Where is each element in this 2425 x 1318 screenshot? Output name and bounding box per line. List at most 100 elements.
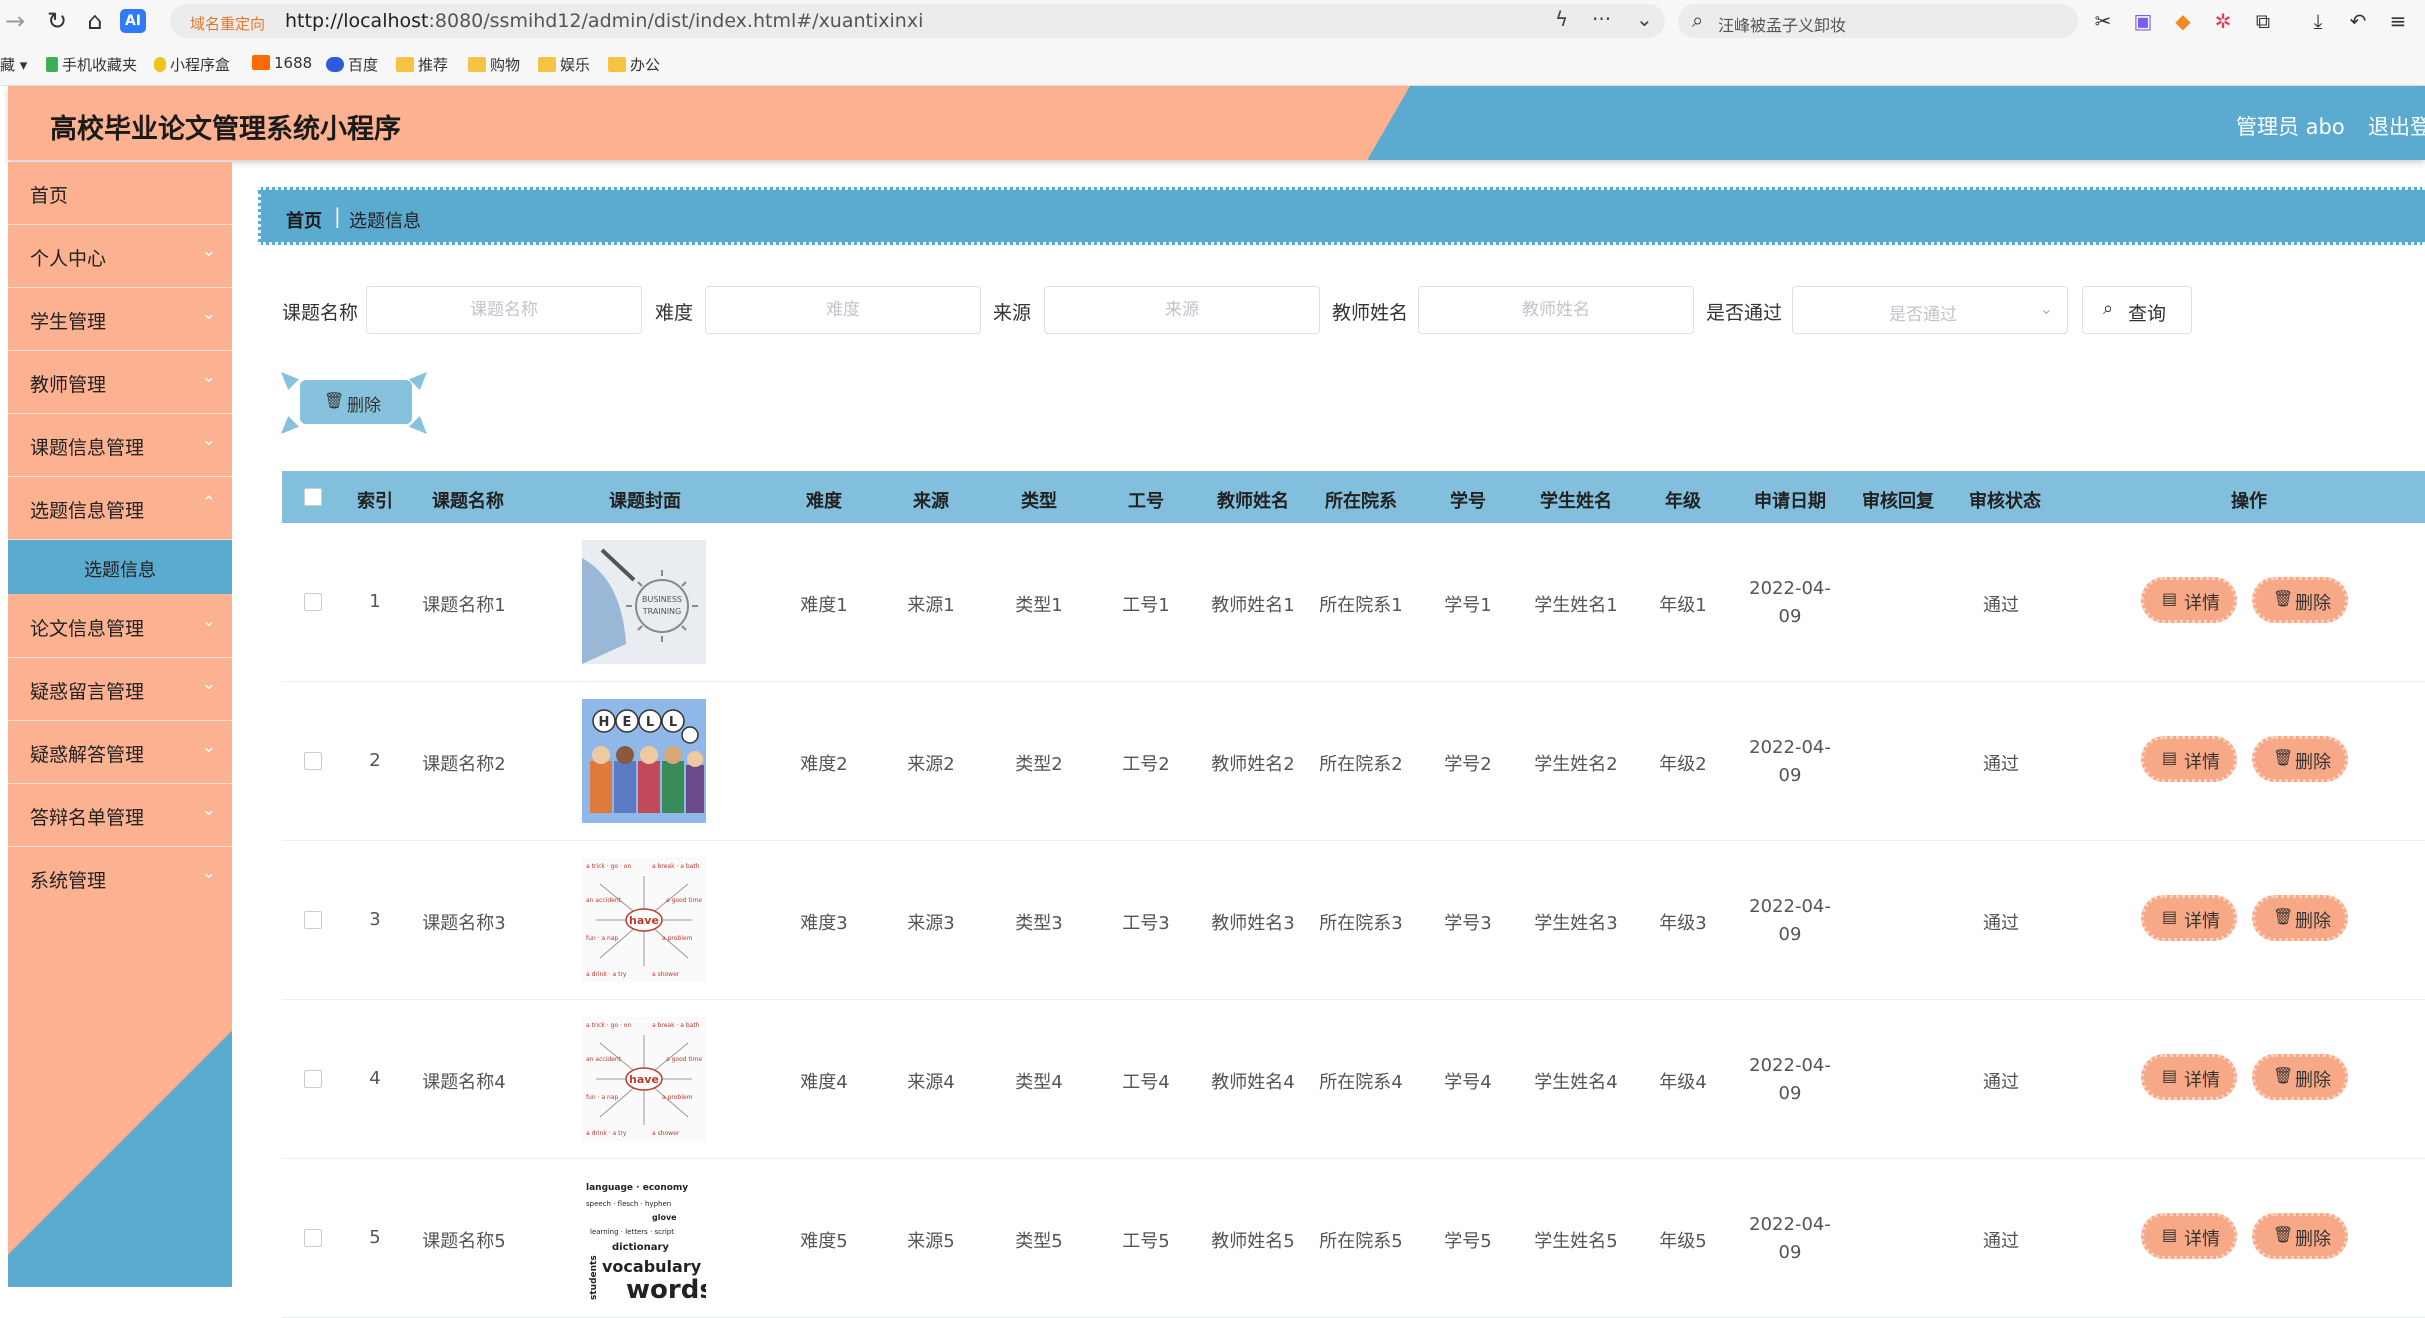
sidebar-item-label: 课题信息管理 <box>30 433 144 460</box>
detail-button[interactable]: ▤ 详情 <box>2141 1054 2237 1100</box>
bookmark-item[interactable]: 藏 ▾ <box>0 54 27 75</box>
teacher-name-input[interactable] <box>1418 286 1694 334</box>
translate-icon[interactable]: ▣ <box>2130 8 2156 34</box>
bookmark-item[interactable]: 百度 <box>326 54 378 75</box>
delete-button[interactable]: 🗑删除 <box>2252 1213 2348 1259</box>
reload-icon[interactable]: ↻ <box>42 6 72 36</box>
sidebar-item-home[interactable]: 首页 <box>8 162 232 225</box>
row-checkbox[interactable] <box>304 1070 322 1088</box>
sidebar-item-profile[interactable]: 个人中心⌄ <box>8 225 232 288</box>
cell-dept: 所在院系5 <box>1319 1227 1402 1253</box>
lightning-icon[interactable]: ϟ <box>1555 7 1568 31</box>
trash-icon: 🗑 <box>2273 1225 2293 1244</box>
sidebar-item-label: 个人中心 <box>30 244 106 271</box>
admin-name: 管理员 abo <box>2236 111 2345 141</box>
sidebar-item-answers[interactable]: 疑惑解答管理⌄ <box>8 721 232 784</box>
sidebar-item-system[interactable]: 系统管理⌄ <box>8 847 232 909</box>
svg-text:a shower: a shower <box>652 1130 680 1137</box>
forward-icon[interactable]: → <box>0 6 30 36</box>
undo-icon[interactable]: ↶ <box>2345 8 2371 34</box>
svg-text:glove: glove <box>652 1213 677 1222</box>
source-input[interactable] <box>1044 286 1320 334</box>
column-header: 学号 <box>1450 487 1486 513</box>
cell-difficulty: 难度4 <box>800 1068 847 1094</box>
detail-button-label: 详情 <box>2184 1066 2220 1092</box>
column-header: 学生姓名 <box>1540 487 1612 513</box>
detail-button[interactable]: ▤详情 <box>2141 895 2237 941</box>
column-header: 年级 <box>1665 487 1701 513</box>
document-icon: ▤ <box>2162 1066 2177 1085</box>
app-title: 高校毕业论文管理系统小程序 <box>50 107 401 146</box>
sidebar-item-papers[interactable]: 论文信息管理⌄ <box>8 595 232 658</box>
table-row: 1 课题名称1 BUSINESS TRAINING 难度1 来源1 类型1 工号… <box>282 523 2425 682</box>
search-icon: ⌕ <box>1692 8 1703 32</box>
home-icon[interactable]: ⌂ <box>80 6 110 36</box>
game-icon[interactable]: ◆ <box>2170 8 2196 34</box>
sidebar-item-selections[interactable]: 选题信息管理⌃ <box>8 477 232 540</box>
bookmark-item[interactable]: 小程序盒 <box>154 54 230 75</box>
sidebar-item-topics[interactable]: 课题信息管理⌄ <box>8 414 232 477</box>
topic-title-input[interactable] <box>366 286 642 334</box>
download-icon[interactable]: ⤓ <box>2305 8 2331 34</box>
detail-button[interactable]: ▤详情 <box>2141 736 2237 782</box>
row-checkbox[interactable] <box>304 1229 322 1247</box>
trash-icon: 🗑 <box>2273 1066 2293 1085</box>
bookmark-folder[interactable]: 推荐 <box>396 54 448 75</box>
delete-button[interactable]: 🗑删除 <box>2252 736 2348 782</box>
browser-search-box[interactable]: ⌕ 汪峰被孟子义卸妆 <box>1678 4 2078 38</box>
cell-type: 类型5 <box>1015 1227 1062 1253</box>
bookmark-folder[interactable]: 娱乐 <box>538 54 590 75</box>
scissors-icon[interactable]: ✂ <box>2090 8 2116 34</box>
row-checkbox[interactable] <box>304 752 322 770</box>
sidebar-item-label: 教师管理 <box>30 370 106 397</box>
row-checkbox[interactable] <box>304 593 322 611</box>
menu-icon[interactable]: ≡ <box>2385 8 2411 34</box>
sidebar-subitem-selection-info[interactable]: 选题信息 <box>8 540 232 594</box>
bookmark-item[interactable]: 手机收藏夹 <box>46 54 137 75</box>
difficulty-input[interactable] <box>705 286 981 334</box>
breadcrumb-home[interactable]: 首页 <box>286 207 322 233</box>
detail-button[interactable]: ▤详情 <box>2141 577 2237 623</box>
delete-button[interactable]: 🗑删除 <box>2252 895 2348 941</box>
column-header: 课题名称 <box>432 487 504 513</box>
decor-corner <box>281 372 299 390</box>
extensions-icon[interactable]: ⧉ <box>2250 8 2276 34</box>
table-header: 索引 课题名称 课题封面 难度 来源 类型 工号 教师姓名 所在院系 学号 学生… <box>282 471 2425 523</box>
trash-icon: 🗑 <box>2273 748 2293 767</box>
delete-button[interactable]: 🗑删除 <box>2252 577 2348 623</box>
sidebar-item-defense[interactable]: 答辩名单管理⌄ <box>8 784 232 847</box>
sidebar-item-questions[interactable]: 疑惑留言管理⌄ <box>8 658 232 721</box>
svg-text:a break · a bath: a break · a bath <box>652 1022 700 1029</box>
logout-link[interactable]: 退出登 <box>2368 111 2425 141</box>
bookmark-item[interactable]: 1688 <box>252 54 312 72</box>
url-text[interactable]: http://localhost:8080/ssmihd12/admin/dis… <box>285 10 923 32</box>
breadcrumb-separator: | <box>334 204 341 228</box>
select-all-checkbox[interactable] <box>304 488 322 506</box>
svg-text:L: L <box>669 715 677 730</box>
chevron-down-icon[interactable]: ⌄ <box>1636 7 1653 31</box>
cell-difficulty: 难度1 <box>800 591 847 617</box>
cell-dept: 所在院系1 <box>1319 591 1402 617</box>
address-bar[interactable]: 域名重定向 http://localhost:8080/ssmihd12/adm… <box>170 4 1665 38</box>
cell-student-no: 学号1 <box>1444 591 1491 617</box>
svg-text:students: students <box>589 1255 599 1300</box>
app-grid-icon[interactable]: ✲ <box>2210 8 2236 34</box>
sidebar-item-label: 首页 <box>30 181 68 208</box>
row-checkbox[interactable] <box>304 911 322 929</box>
passed-select[interactable]: 是否通过 ⌄ <box>1792 286 2068 334</box>
ai-icon[interactable]: AI <box>120 9 146 33</box>
detail-button[interactable]: ▤详情 <box>2141 1213 2237 1259</box>
cell-date: 2022-04-09 <box>1745 1211 1835 1267</box>
query-button[interactable]: ⌕ 查询 <box>2082 286 2192 334</box>
more-icon[interactable]: ··· <box>1592 7 1611 31</box>
sidebar-item-students[interactable]: 学生管理⌄ <box>8 288 232 351</box>
sidebar-subitem-label: 选题信息 <box>84 556 156 582</box>
batch-delete-button[interactable]: 🗑 删除 <box>300 380 412 424</box>
bookmark-folder[interactable]: 办公 <box>608 54 660 75</box>
cell-index: 1 <box>369 591 380 612</box>
delete-button[interactable]: 🗑删除 <box>2252 1054 2348 1100</box>
detail-button-label: 详情 <box>2184 748 2220 774</box>
sidebar-item-teachers[interactable]: 教师管理⌄ <box>8 351 232 414</box>
svg-text:E: E <box>623 715 632 730</box>
bookmark-folder[interactable]: 购物 <box>468 54 520 75</box>
